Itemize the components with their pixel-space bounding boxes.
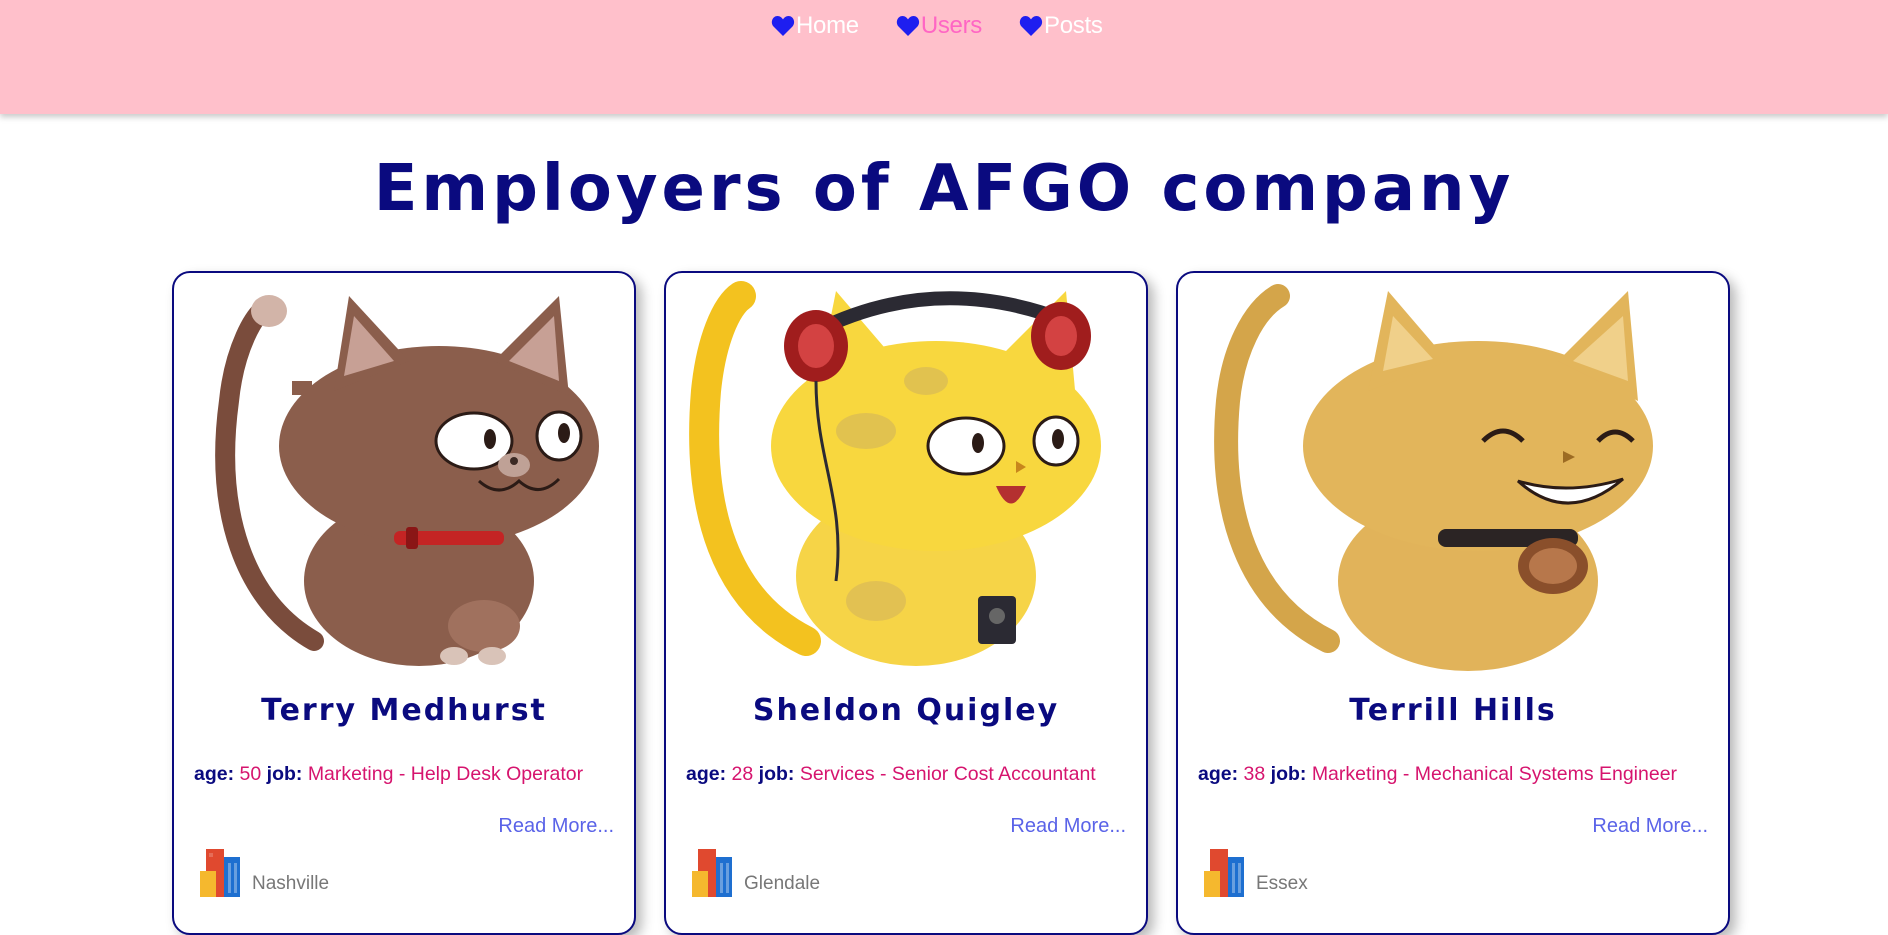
city-buildings-icon: [692, 849, 732, 897]
page-title: Employers of AFGO company: [373, 152, 1515, 226]
user-city: Nashville: [200, 845, 329, 897]
city-name: Glendale: [744, 873, 821, 894]
nav-posts-label: Posts: [1044, 12, 1103, 39]
job-value: Services - Senior Cost Accountant: [799, 763, 1096, 785]
user-name: Sheldon Quigley: [752, 693, 1060, 728]
nav-users-link[interactable]: Users: [895, 12, 982, 40]
job-label: job:: [266, 763, 303, 785]
user-details: age: 38 job: Marketing - Mechanical Syst…: [1198, 763, 1710, 786]
nav-posts-link[interactable]: Posts: [1018, 12, 1103, 40]
job-label: job:: [758, 763, 795, 785]
nav-users-label: Users: [920, 12, 983, 39]
age-value: 28: [731, 763, 754, 785]
read-more-link[interactable]: Read More...: [1592, 815, 1708, 838]
user-name: Terry Medhurst: [261, 693, 547, 728]
user-details: age: 50 job: Marketing - Help Desk Opera…: [194, 763, 616, 786]
user-card: Sheldon Quigley age: 28 job: Services - …: [664, 271, 1148, 935]
city-buildings-icon: [1204, 849, 1244, 897]
read-more-link[interactable]: Read More...: [498, 815, 614, 838]
job-value: Marketing - Help Desk Operator: [307, 763, 584, 785]
age-label: age:: [194, 763, 235, 785]
age-label: age:: [686, 763, 727, 785]
nav-home-label: Home: [796, 12, 859, 39]
age-label: age:: [1198, 763, 1239, 785]
top-navbar: Home Users Posts: [0, 0, 1888, 114]
read-more-link[interactable]: Read More...: [1010, 815, 1126, 838]
age-value: 50: [239, 763, 262, 785]
age-value: 38: [1243, 763, 1266, 785]
heart-icon: [771, 16, 795, 36]
user-details: age: 28 job: Services - Senior Cost Acco…: [686, 763, 1128, 786]
city-name: Essex: [1256, 873, 1308, 894]
user-card: Terrill Hills age: 38 job: Marketing - M…: [1176, 271, 1730, 935]
city-buildings-icon: [200, 849, 240, 897]
user-city: Glendale: [692, 845, 820, 897]
user-card: Terry Medhurst age: 50 job: Marketing - …: [172, 271, 636, 935]
heart-icon: [896, 16, 919, 36]
nav-home-link[interactable]: Home: [770, 12, 859, 40]
job-value: Marketing - Mechanical Systems Engineer: [1311, 763, 1678, 785]
nav-links: Home Users Posts: [770, 12, 1103, 40]
user-name: Terrill Hills: [1349, 693, 1557, 728]
user-city: Essex: [1204, 845, 1308, 897]
job-label: job:: [1270, 763, 1307, 785]
heart-icon: [1019, 16, 1043, 36]
city-name: Nashville: [252, 873, 330, 894]
